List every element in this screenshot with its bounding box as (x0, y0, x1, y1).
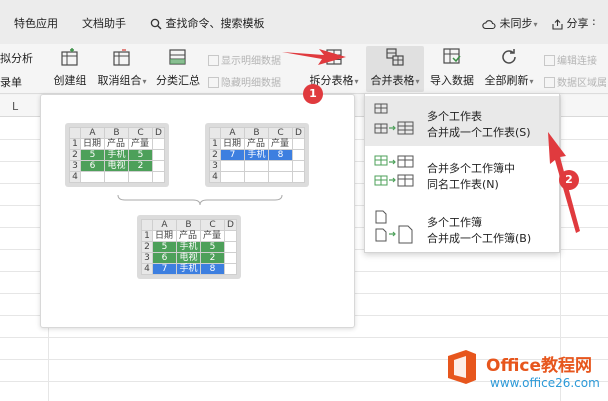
preview-sheet-merged: ABCD 1 日期 产品 产量 2 5 手机 5 3 6 电视 2 4 7 手机 8 (137, 215, 241, 279)
refresh-all-button[interactable]: 全部刷新▾ (480, 44, 538, 92)
ungroup-icon (113, 49, 130, 66)
show-detail-button: 显示明细数据 (208, 52, 281, 67)
split-table-icon (326, 49, 342, 65)
ribbon-record-form[interactable]: 录单 (0, 74, 22, 90)
cloud-icon (482, 19, 496, 29)
merge-sheets-line1: 多个工作表 (427, 110, 482, 123)
refresh-all-icon (502, 49, 516, 64)
sync-label: 未同步 (499, 17, 533, 30)
menu-doc-assistant[interactable]: 文档助手 (82, 15, 126, 31)
merge-table-icon (386, 48, 404, 66)
preview-table-1: ABCD 1 日期 产品 产量 2 5 手机 5 3 6 电视 2 4 (69, 127, 165, 183)
import-data-label: 导入数据 (430, 74, 474, 87)
merge-workbooks-icon (375, 210, 413, 244)
watermark: Office教程网 www.office26.com (442, 346, 608, 401)
ungroup-button[interactable]: 取消组合▾ (94, 44, 150, 92)
data-range-props-button: 数据区域属 (544, 74, 607, 89)
menu-item-merge-sheets[interactable]: 多个工作表 合并成一个工作表(S) (365, 96, 559, 146)
merge-bracket (117, 195, 283, 205)
split-table-caret-icon: ▾ (354, 77, 359, 86)
column-header-L[interactable]: L (12, 100, 18, 113)
sync-caret-icon: ▾ (533, 20, 538, 29)
refresh-all-label: 全部刷新 (484, 74, 529, 87)
refresh-all-caret-icon: ▾ (529, 77, 534, 86)
data-range-props-icon (544, 77, 555, 88)
preview-sheet-2: ABCD 1 日期 产品 产量 2 7 手机 8 3 4 (205, 123, 309, 187)
create-group-label: 创建组 (53, 74, 87, 87)
edit-connections-label: 编辑连接 (557, 56, 597, 67)
create-group-icon (61, 48, 78, 66)
merge-workbooks-line2: 合并成一个工作簿(B) (427, 232, 532, 245)
merge-preview-card: ABCD 1 日期 产品 产量 2 5 手机 5 3 6 电视 2 4 ABCD 1 日期 产品 产量 … (40, 94, 355, 328)
merge-table-label: 合并表格 (370, 74, 415, 87)
preview-table-merged: ABCD 1 日期 产品 产量 2 5 手机 5 3 6 电视 2 4 7 手机 8 (141, 219, 237, 275)
share-icon (552, 18, 563, 30)
merge-same-name-line2: 同名工作表(N) (427, 178, 499, 191)
sync-status[interactable]: 未同步▾ (482, 15, 538, 31)
edit-connections-button: 编辑连接 (544, 52, 597, 67)
subtotal-icon (169, 49, 186, 65)
data-range-props-label: 数据区域属 (557, 78, 607, 89)
ungroup-label: 取消组合 (97, 74, 142, 87)
menu-item-merge-same-name-sheets[interactable]: 合并多个工作簿中 同名工作表(N) (365, 148, 559, 198)
create-group-button[interactable]: 创建组 (50, 44, 90, 92)
hide-detail-icon (208, 77, 219, 88)
watermark-url: www.office26.com (490, 376, 600, 390)
merge-table-button[interactable]: 合并表格▾ (366, 44, 424, 92)
subtotal-button[interactable]: 分类汇总 (154, 44, 202, 92)
office-logo-icon (448, 350, 476, 384)
menu-item-merge-workbooks[interactable]: 多个工作簿 合并成一个工作簿(B) (365, 202, 559, 252)
hide-detail-button: 隐藏明细数据 (208, 74, 281, 89)
menu-special-apps[interactable]: 特色应用 (14, 15, 58, 31)
merge-same-name-icon (374, 155, 414, 187)
preview-sheet-1: ABCD 1 日期 产品 产量 2 5 手机 5 3 6 电视 2 4 (65, 123, 169, 187)
import-data-icon (443, 48, 461, 64)
step-badge-2: 2 (559, 170, 579, 190)
share-button[interactable]: 分享 (552, 15, 589, 31)
watermark-title: Office教程网 (486, 356, 593, 376)
more-icon[interactable]: : (592, 15, 596, 28)
merge-workbooks-line1: 多个工作簿 (427, 216, 482, 229)
share-label: 分享 (566, 17, 589, 30)
merge-sheets-icon (374, 103, 414, 135)
search-label: 查找命令、搜索模板 (165, 17, 265, 30)
search-icon (150, 18, 162, 30)
merge-table-caret-icon: ▾ (415, 77, 420, 86)
step-badge-1: 1 (303, 84, 323, 104)
menu-bar: 特色应用 文档助手 查找命令、搜索模板 未同步▾ 分享 : (0, 0, 608, 44)
hide-detail-label: 隐藏明细数据 (221, 78, 281, 89)
search-command[interactable]: 查找命令、搜索模板 (150, 15, 265, 31)
subtotal-label: 分类汇总 (156, 74, 200, 87)
ungroup-caret-icon: ▾ (142, 77, 147, 86)
show-detail-icon (208, 55, 219, 66)
import-data-button[interactable]: 导入数据 (428, 44, 476, 92)
show-detail-label: 显示明细数据 (221, 56, 281, 67)
merge-sheets-line2: 合并成一个工作表(S) (427, 126, 531, 139)
ribbon-what-if-analysis[interactable]: 拟分析 (0, 50, 33, 66)
merge-same-name-line1: 合并多个工作簿中 (427, 162, 515, 175)
preview-table-2: ABCD 1 日期 产品 产量 2 7 手机 8 3 4 (209, 127, 305, 183)
edit-connections-icon (544, 55, 555, 66)
merge-table-dropdown: 多个工作表 合并成一个工作表(S) 合并多个工作簿中 同名工作表(N) 多个工作… (364, 93, 560, 253)
